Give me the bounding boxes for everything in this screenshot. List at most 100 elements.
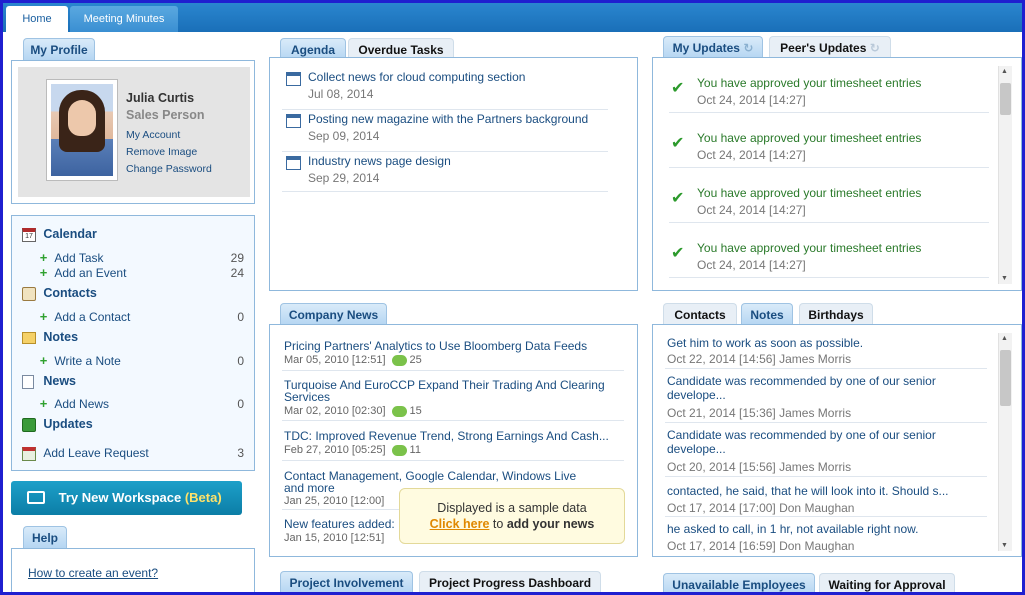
agenda-item-date: Sep 09, 2014	[308, 129, 380, 143]
my-updates-label: My Updates	[672, 41, 740, 55]
my-account-link[interactable]: My Account	[126, 129, 180, 141]
remove-image-link[interactable]: Remove Image	[126, 146, 197, 158]
comments-icon	[391, 444, 407, 456]
update-text: You have approved your timesheet entries	[697, 241, 922, 255]
nav-add-contact[interactable]: + Add a Contact 0	[12, 309, 254, 325]
note-item[interactable]: Candidate was recommended by one of our …	[665, 425, 987, 477]
nav-calendar[interactable]: 17 Calendar	[12, 226, 254, 242]
note-text[interactable]: Candidate was recommended by one of our …	[667, 428, 957, 456]
tab-peers-updates[interactable]: Peer's Updates ↻	[769, 36, 891, 58]
app-window: Home Meeting Minutes My Profile Julia Cu…	[0, 0, 1025, 595]
tab-home[interactable]: Home	[6, 6, 68, 32]
note-author: Don Maughan	[779, 539, 855, 553]
news-item-title[interactable]: New features added:	[284, 517, 395, 531]
tab-meeting-minutes[interactable]: Meeting Minutes	[70, 6, 178, 32]
note-item[interactable]: Get him to work as soon as possible. Oct…	[665, 333, 987, 369]
news-item-title[interactable]: Turquoise And EuroCCP Expand Their Tradi…	[284, 379, 614, 403]
tab-birthdays[interactable]: Birthdays	[799, 303, 873, 325]
news-item[interactable]: Turquoise And EuroCCP Expand Their Tradi…	[282, 377, 624, 421]
add-news-click-here-link[interactable]: Click here	[430, 517, 490, 531]
nav-write-note[interactable]: + Write a Note 0	[12, 353, 254, 369]
agenda-item[interactable]: Industry news page design Sep 29, 2014	[282, 152, 608, 192]
updates-icon	[22, 417, 36, 432]
task-icon	[286, 114, 301, 128]
plus-icon: +	[39, 353, 48, 368]
calendar-icon: 17	[22, 227, 36, 242]
avatar[interactable]	[46, 79, 118, 181]
nav-leave-request[interactable]: Add Leave Request 3	[12, 445, 254, 461]
add-event-link[interactable]: Add an Event	[54, 266, 126, 280]
tab-my-profile[interactable]: My Profile	[23, 38, 95, 60]
agenda-item-title[interactable]: Posting new magazine with the Partners b…	[308, 112, 588, 126]
nav-calendar-label: Calendar	[43, 227, 97, 241]
nav-notes[interactable]: Notes	[12, 329, 254, 345]
scroll-up-icon[interactable]: ▲	[1001, 335, 1008, 342]
agenda-item[interactable]: Collect news for cloud computing section…	[282, 68, 608, 110]
help-create-event-link[interactable]: How to create an event?	[28, 566, 158, 580]
note-text[interactable]: contacted, he said, that he will look in…	[667, 484, 949, 498]
note-date: Oct 21, 2014 [15:36]	[667, 406, 776, 420]
note-text[interactable]: he asked to call, in 1 hr, not available…	[667, 522, 919, 536]
news-item-title[interactable]: TDC: Improved Revenue Trend, Strong Earn…	[284, 429, 609, 443]
tooltip-add-news: add your news	[506, 517, 595, 531]
news-icon	[22, 374, 34, 389]
add-contact-link[interactable]: Add a Contact	[54, 310, 130, 324]
add-task-count: 29	[230, 251, 244, 265]
news-item-comment-count: 11	[409, 444, 421, 456]
refresh-icon[interactable]: ↻	[743, 41, 753, 55]
notes-panel: Get him to work as soon as possible. Oct…	[652, 324, 1022, 557]
note-item[interactable]: he asked to call, in 1 hr, not available…	[665, 519, 987, 555]
update-text: You have approved your timesheet entries	[697, 186, 922, 200]
add-news-link[interactable]: Add News	[54, 397, 109, 411]
tab-project-involvement[interactable]: Project Involvement	[280, 571, 413, 592]
tab-project-progress-dashboard[interactable]: Project Progress Dashboard	[419, 571, 601, 592]
scroll-down-icon[interactable]: ▼	[1001, 275, 1008, 282]
write-note-link[interactable]: Write a Note	[54, 354, 120, 368]
notes-scrollbar[interactable]: ▲ ▼	[998, 333, 1012, 551]
scroll-thumb[interactable]	[1000, 350, 1011, 406]
nav-news-label: News	[43, 374, 76, 388]
note-text[interactable]: Get him to work as soon as possible.	[667, 336, 863, 350]
tab-my-updates[interactable]: My Updates ↻	[663, 36, 763, 58]
nav-contacts[interactable]: Contacts	[12, 285, 254, 301]
tab-notes[interactable]: Notes	[741, 303, 793, 325]
add-task-link[interactable]: Add Task	[54, 251, 103, 265]
add-contact-count: 0	[237, 310, 244, 324]
scroll-up-icon[interactable]: ▲	[1001, 68, 1008, 75]
note-item[interactable]: contacted, he said, that he will look in…	[665, 479, 987, 517]
agenda-item-title[interactable]: Industry news page design	[308, 154, 451, 168]
leave-calendar-icon	[22, 446, 36, 461]
nav-add-event[interactable]: + Add an Event 24	[12, 265, 254, 281]
agenda-item-date: Jul 08, 2014	[308, 87, 374, 101]
news-item-comment-count: 25	[409, 354, 422, 366]
nav-add-news[interactable]: + Add News 0	[12, 396, 254, 412]
scroll-down-icon[interactable]: ▼	[1001, 542, 1008, 549]
refresh-icon[interactable]: ↻	[870, 41, 880, 55]
nav-add-task[interactable]: + Add Task 29	[12, 250, 254, 266]
note-author: James Morris	[779, 352, 852, 366]
update-item: ✔ You have approved your timesheet entri…	[669, 125, 989, 168]
nav-news[interactable]: News	[12, 373, 254, 389]
nav-updates[interactable]: Updates	[12, 416, 254, 432]
profile-panel: Julia Curtis Sales Person My Account Rem…	[11, 60, 255, 204]
updates-scrollbar[interactable]: ▲ ▼	[998, 66, 1012, 284]
plus-icon: +	[39, 309, 48, 324]
tab-unavailable-employees[interactable]: Unavailable Employees	[663, 573, 815, 592]
tab-waiting-for-approval[interactable]: Waiting for Approval	[819, 573, 955, 592]
tab-contacts[interactable]: Contacts	[663, 303, 737, 325]
agenda-item-title[interactable]: Collect news for cloud computing section	[308, 70, 525, 84]
tab-help[interactable]: Help	[23, 526, 67, 548]
agenda-item[interactable]: Posting new magazine with the Partners b…	[282, 110, 608, 152]
add-leave-request-link[interactable]: Add Leave Request	[43, 446, 148, 460]
news-item-title[interactable]: Pricing Partners' Analytics to Use Bloom…	[284, 339, 587, 353]
news-item[interactable]: TDC: Improved Revenue Trend, Strong Earn…	[282, 427, 624, 461]
news-item[interactable]: Pricing Partners' Analytics to Use Bloom…	[282, 337, 624, 371]
note-date: Oct 17, 2014 [16:59]	[667, 539, 776, 553]
sample-data-tooltip: Displayed is a sample data Click here to…	[399, 488, 625, 544]
note-text[interactable]: Candidate was recommended by one of our …	[667, 374, 957, 402]
tab-company-news[interactable]: Company News	[280, 303, 387, 325]
note-item[interactable]: Candidate was recommended by one of our …	[665, 371, 987, 423]
scroll-thumb[interactable]	[1000, 83, 1011, 115]
change-password-link[interactable]: Change Password	[126, 163, 212, 175]
try-new-workspace-button[interactable]: Try New Workspace (Beta)	[11, 481, 242, 515]
